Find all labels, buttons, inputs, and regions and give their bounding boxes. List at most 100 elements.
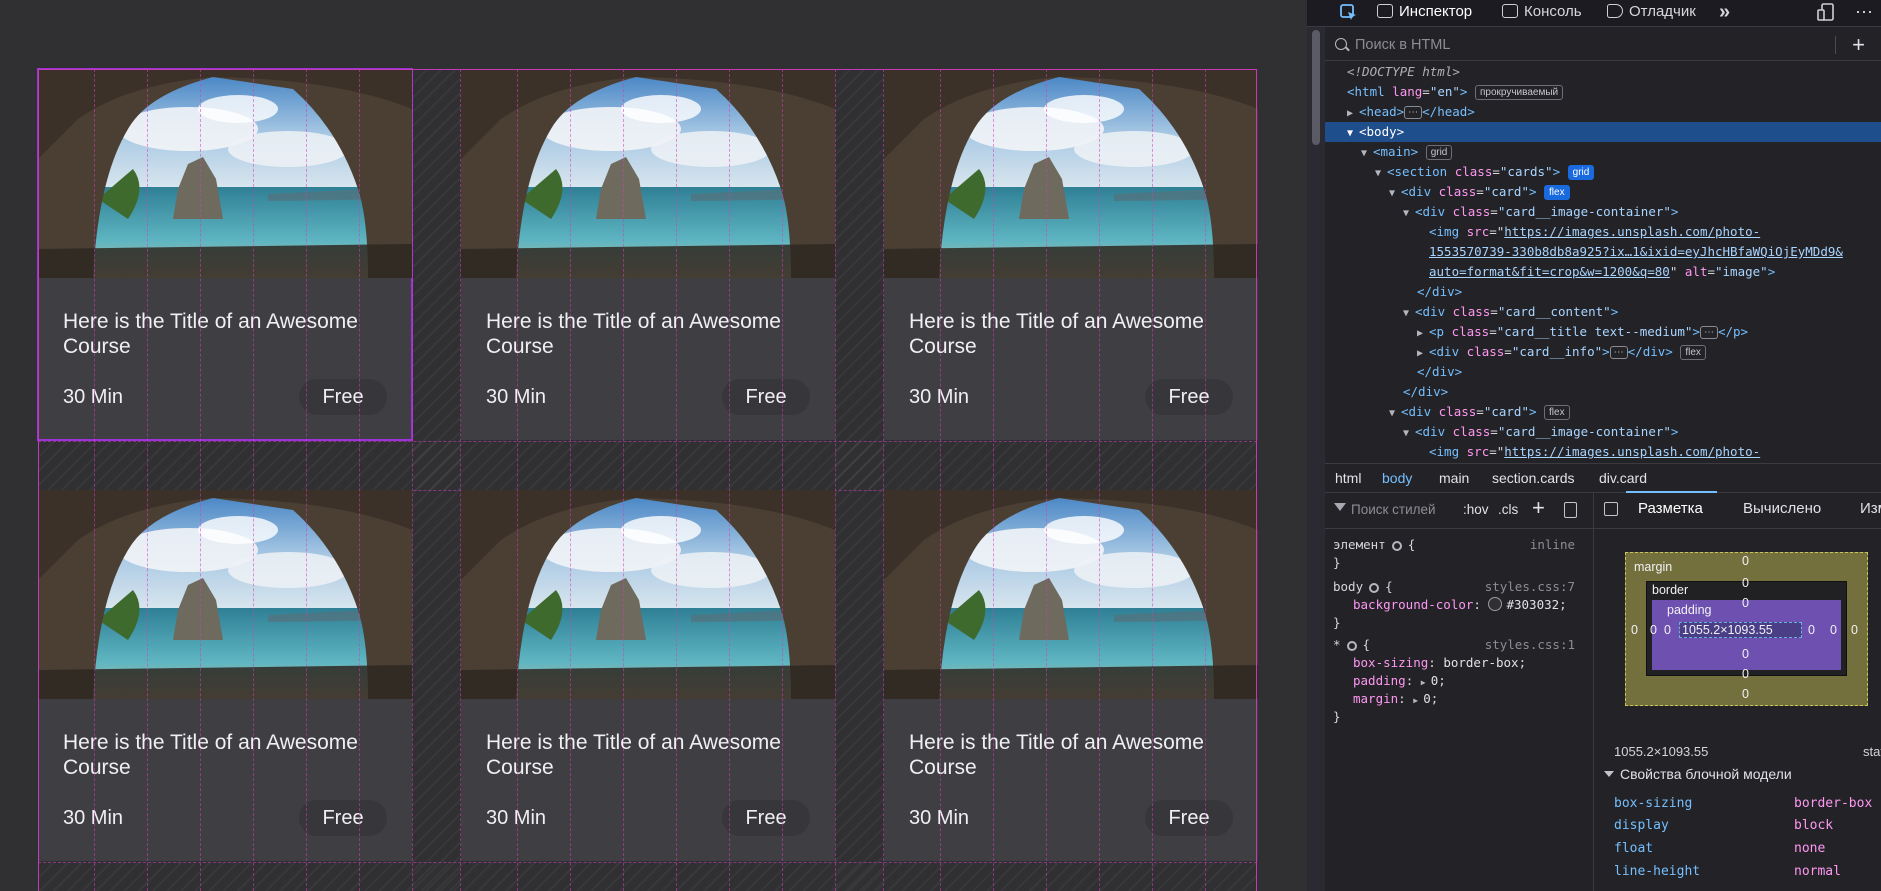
filter-styles-input[interactable]: Поиск стилей [1351,502,1436,517]
collapsed-ellipsis[interactable]: ⋯ [1699,326,1718,339]
tree-node-main[interactable]: ▼ <main> grid [1325,142,1881,162]
tree-node-img[interactable]: <img src="https://images.unsplash.com/ph… [1325,442,1881,460]
margin-left-value[interactable]: 0 [1631,623,1638,637]
box-model-properties-toggle[interactable]: Свойства блочной модели [1604,766,1792,782]
tree-node-close[interactable]: </div> [1325,362,1881,382]
rule-declaration[interactable]: background-color: #303032; [1333,596,1567,614]
breadcrumb-item-div-card[interactable]: div.card [1599,470,1647,486]
rule-source-link[interactable]: styles.css:7 [1485,578,1575,596]
expand-arrow-icon[interactable]: ▶ [1417,324,1429,344]
gear-icon[interactable] [1391,541,1402,551]
tree-node-html[interactable]: <html lang="en"> прокручиваемый [1325,82,1881,102]
tab-debugger[interactable]: Отладчик [1607,0,1696,26]
tab-inspector[interactable]: Инспектор [1377,0,1472,26]
expand-arrow-icon[interactable]: ▶ [1347,104,1359,124]
inspector-icon [1377,4,1393,18]
color-swatch-icon[interactable] [1488,597,1503,611]
expand-arrow-icon[interactable]: ▶ [1417,344,1429,364]
tree-node-img[interactable]: <img src="https://images.unsplash.com/ph… [1325,222,1881,242]
rule-universal[interactable]: *{ styles.css:1 [1333,636,1585,654]
collapse-arrow-icon[interactable]: ▼ [1403,304,1415,324]
rule-declaration[interactable]: box-sizing: border-box; [1333,654,1526,672]
border-left-value[interactable]: 0 [1650,623,1657,637]
breadcrumb-item-section[interactable]: section.cards [1492,470,1574,486]
scrollbar-thumb[interactable] [1312,30,1320,145]
tree-node-close[interactable]: </div> [1325,382,1881,402]
gear-icon[interactable] [1346,641,1357,651]
collapse-arrow-icon[interactable]: ▼ [1403,204,1415,224]
padding-left-value[interactable]: 0 [1664,623,1671,637]
gear-icon[interactable] [1369,583,1380,593]
box-model-content-size[interactable]: 1055.2×1093.55 [1682,623,1773,637]
devtools-options-button[interactable]: ⋯ [1855,0,1873,26]
tree-node-card-title[interactable]: ▶ <p class="card__title text--medium"> ⋯ </… [1325,322,1881,342]
border-right-value[interactable]: 0 [1830,623,1837,637]
rule-body[interactable]: body{ styles.css:7 [1333,578,1585,596]
expand-arrow-icon[interactable]: ▶ [1413,692,1423,710]
html-search-input[interactable]: Поиск в HTML [1355,37,1450,53]
padding-top-value[interactable]: 0 [1742,596,1749,610]
flex-badge-active[interactable]: flex [1544,185,1570,200]
border-bottom-value[interactable]: 0 [1742,667,1749,681]
collapsed-ellipsis[interactable]: ⋯ [1404,106,1423,119]
toggle-sidebar-icon[interactable] [1604,502,1618,516]
margin-top-value[interactable]: 0 [1742,554,1749,568]
rule-declaration[interactable]: margin: ▶ 0; [1333,690,1438,708]
tab-console[interactable]: Консоль [1502,0,1582,26]
page-scrollbar[interactable] [1307,0,1325,891]
collapse-arrow-icon[interactable]: ▼ [1389,404,1401,424]
rule-element[interactable]: элемент{ inline [1333,536,1585,554]
breadcrumb-item-body[interactable]: body [1382,470,1412,486]
padding-bottom-value[interactable]: 0 [1742,647,1749,661]
tree-node-close[interactable]: </div> [1325,282,1881,302]
tree-node-card-content[interactable]: ▼ <div class="card__content"> [1325,302,1881,322]
border-top-value[interactable]: 0 [1742,576,1749,590]
tree-node-body[interactable]: ▼ <body> [1325,122,1881,142]
tree-node-image-container[interactable]: ▼ <div class="card__image-container"> [1325,422,1881,442]
grid-badge-active[interactable]: grid [1567,165,1595,180]
tree-node-card[interactable]: ▼ <div class="card"> flex [1325,402,1881,422]
collapse-arrow-icon[interactable]: ▼ [1375,164,1387,184]
rule-declaration[interactable]: padding: ▶ 0; [1333,672,1446,690]
flex-badge[interactable]: flex [1680,345,1706,360]
box-model-property[interactable]: float none [1614,841,1881,859]
responsive-mode-button[interactable] [1817,0,1835,26]
tab-computed[interactable]: Вычислено [1743,500,1821,517]
box-model-property[interactable]: line-height normal [1614,864,1881,882]
collapse-arrow-icon[interactable]: ▼ [1403,424,1415,444]
more-tools-button[interactable]: » [1719,0,1730,26]
tree-node-card[interactable]: ▼ <div class="card"> flex [1325,182,1881,202]
tree-node-head[interactable]: ▶ <head> ⋯ </head> [1325,102,1881,122]
tree-node-image-container[interactable]: ▼ <div class="card__image-container"> [1325,202,1881,222]
margin-bottom-value[interactable]: 0 [1742,687,1749,701]
responsive-mode-icon [1817,3,1834,21]
margin-right-value[interactable]: 0 [1851,623,1858,637]
rule-brace: } [1333,709,1341,724]
tree-node-doctype[interactable]: <!DOCTYPE html> [1325,62,1881,82]
tab-changes[interactable]: Изм [1860,500,1881,517]
print-media-icon[interactable] [1564,502,1577,518]
breadcrumb-item-html[interactable]: html [1335,470,1361,486]
tree-node-section-cards[interactable]: ▼ <section class="cards"> grid [1325,162,1881,182]
box-model-property[interactable]: display block [1614,818,1881,836]
collapsed-ellipsis[interactable]: ⋯ [1609,346,1628,359]
console-icon [1502,4,1518,18]
divider [1835,36,1836,54]
tab-layout[interactable]: Разметка [1626,491,1717,517]
collapse-arrow-icon[interactable]: ▼ [1389,184,1401,204]
add-node-button[interactable]: + [1852,32,1865,58]
element-picker-button[interactable] [1339,0,1363,26]
grid-badge[interactable]: grid [1425,145,1453,160]
scrollable-badge[interactable]: прокручиваемый [1474,85,1564,100]
collapse-arrow-icon[interactable]: ▼ [1361,144,1373,164]
box-model-property[interactable]: box-sizing border-box [1614,796,1881,814]
class-toggle-button[interactable]: .cls [1498,502,1518,517]
add-rule-button[interactable]: + [1532,495,1545,521]
padding-right-value[interactable]: 0 [1808,623,1815,637]
flex-badge[interactable]: flex [1544,405,1570,420]
tree-node-card-info[interactable]: ▶ <div class="card__info"> ⋯ </div> flex [1325,342,1881,362]
hover-state-button[interactable]: :hov [1463,502,1489,517]
breadcrumb-item-main[interactable]: main [1439,470,1469,486]
collapse-arrow-icon[interactable]: ▼ [1347,124,1359,144]
rule-source-link[interactable]: styles.css:1 [1485,636,1575,654]
